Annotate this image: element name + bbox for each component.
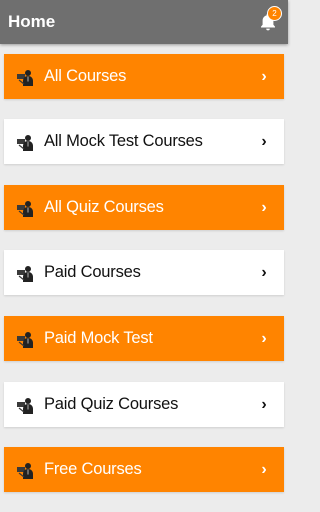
teacher-icon (16, 460, 36, 480)
chevron-right-icon: › (261, 395, 267, 413)
page-title: Home (8, 12, 56, 31)
app-bar: Home 2 (0, 0, 288, 44)
chevron-right-icon: › (261, 198, 267, 216)
menu-item-paid-quiz-courses[interactable]: Paid Quiz Courses › (4, 382, 284, 427)
menu-item-label: Free Courses (44, 460, 142, 478)
chevron-right-icon: › (261, 132, 267, 150)
chevron-right-icon: › (261, 460, 267, 478)
menu-item-label: Paid Mock Test (44, 329, 153, 347)
menu-item-all-mock-test-courses[interactable]: All Mock Test Courses › (4, 119, 284, 164)
teacher-icon (16, 67, 36, 87)
menu-item-all-quiz-courses[interactable]: All Quiz Courses › (4, 185, 284, 230)
teacher-icon (16, 263, 36, 283)
teacher-icon (16, 329, 36, 349)
menu-item-paid-mock-test[interactable]: Paid Mock Test › (4, 316, 284, 361)
teacher-icon (16, 198, 36, 218)
teacher-icon (16, 395, 36, 415)
chevron-right-icon: › (261, 329, 267, 347)
menu-item-paid-courses[interactable]: Paid Courses › (4, 250, 284, 295)
menu-item-label: Paid Quiz Courses (44, 395, 179, 413)
menu-item-all-courses[interactable]: All Courses › (4, 54, 284, 99)
chevron-right-icon: › (261, 67, 267, 85)
menu-item-label: All Mock Test Courses (44, 132, 203, 150)
notifications-button[interactable]: 2 (256, 6, 282, 34)
teacher-icon (16, 132, 36, 152)
notification-badge: 2 (267, 6, 282, 21)
menu-item-free-courses[interactable]: Free Courses › (4, 447, 284, 492)
menu-item-label: Paid Courses (44, 263, 141, 281)
chevron-right-icon: › (261, 263, 267, 281)
menu-item-label: All Quiz Courses (44, 198, 164, 216)
menu-item-label: All Courses (44, 67, 127, 85)
